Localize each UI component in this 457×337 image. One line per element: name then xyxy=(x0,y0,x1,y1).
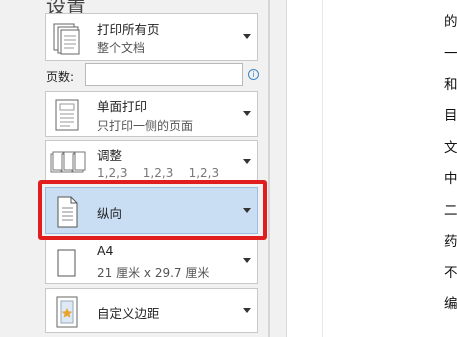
pages-label: 页数: xyxy=(46,70,75,84)
margins-label: 自定义边距 xyxy=(97,306,160,321)
document-text: 目 xyxy=(444,108,457,124)
print-scope-dropdown[interactable]: 打印所有页 整个文档 xyxy=(45,13,258,61)
document-text: 和 xyxy=(444,77,457,93)
print-scope-label: 打印所有页 xyxy=(97,22,160,37)
pages-icon xyxy=(53,23,80,55)
print-sides-label: 单面打印 xyxy=(97,99,148,114)
highlight-box xyxy=(38,180,267,240)
document-text: 药 xyxy=(444,234,457,250)
document-text: 文 xyxy=(444,140,457,156)
paper-size-dropdown[interactable]: A4 21 厘米 x 29.7 厘米 xyxy=(45,238,258,284)
print-sides-sub: 只打印一侧的页面 xyxy=(97,119,194,133)
collate-icon xyxy=(50,151,86,173)
print-settings-panel: 设置 打印所有页 整个文档 页数: i 单面打印 只打印一侧的页面 调整 1,2… xyxy=(0,0,268,337)
paper-size-label: A4 xyxy=(97,243,114,258)
document-text: 不 xyxy=(444,265,457,281)
document-text: 一 xyxy=(444,46,457,62)
paper-icon xyxy=(57,249,76,277)
chevron-down-icon xyxy=(243,159,251,164)
collate-sub: 1,2,3 1,2,3 1,2,3 xyxy=(97,166,220,180)
chevron-down-icon xyxy=(243,111,251,116)
info-icon[interactable]: i xyxy=(248,69,259,80)
print-sides-dropdown[interactable]: 单面打印 只打印一侧的页面 xyxy=(45,91,258,137)
collate-label: 调整 xyxy=(97,148,123,163)
document-text: 的 xyxy=(444,14,457,30)
chevron-down-icon xyxy=(243,34,251,39)
pages-input[interactable] xyxy=(85,63,243,86)
panel-divider xyxy=(268,0,270,337)
collate-dropdown[interactable]: 调整 1,2,3 1,2,3 1,2,3 xyxy=(45,140,258,184)
page-margin-line xyxy=(322,0,323,337)
margins-dropdown[interactable]: 自定义边距 xyxy=(45,288,258,333)
paper-size-sub: 21 厘米 x 29.7 厘米 xyxy=(97,266,210,280)
document-preview xyxy=(286,0,457,337)
single-sided-icon xyxy=(55,99,79,131)
document-text: 中 xyxy=(444,171,457,187)
chevron-down-icon xyxy=(243,258,251,263)
document-text: 编 xyxy=(444,296,457,312)
print-scope-sub: 整个文档 xyxy=(97,41,146,55)
document-text: 二 xyxy=(444,203,457,219)
chevron-down-icon xyxy=(243,307,251,313)
margins-icon xyxy=(56,296,78,328)
